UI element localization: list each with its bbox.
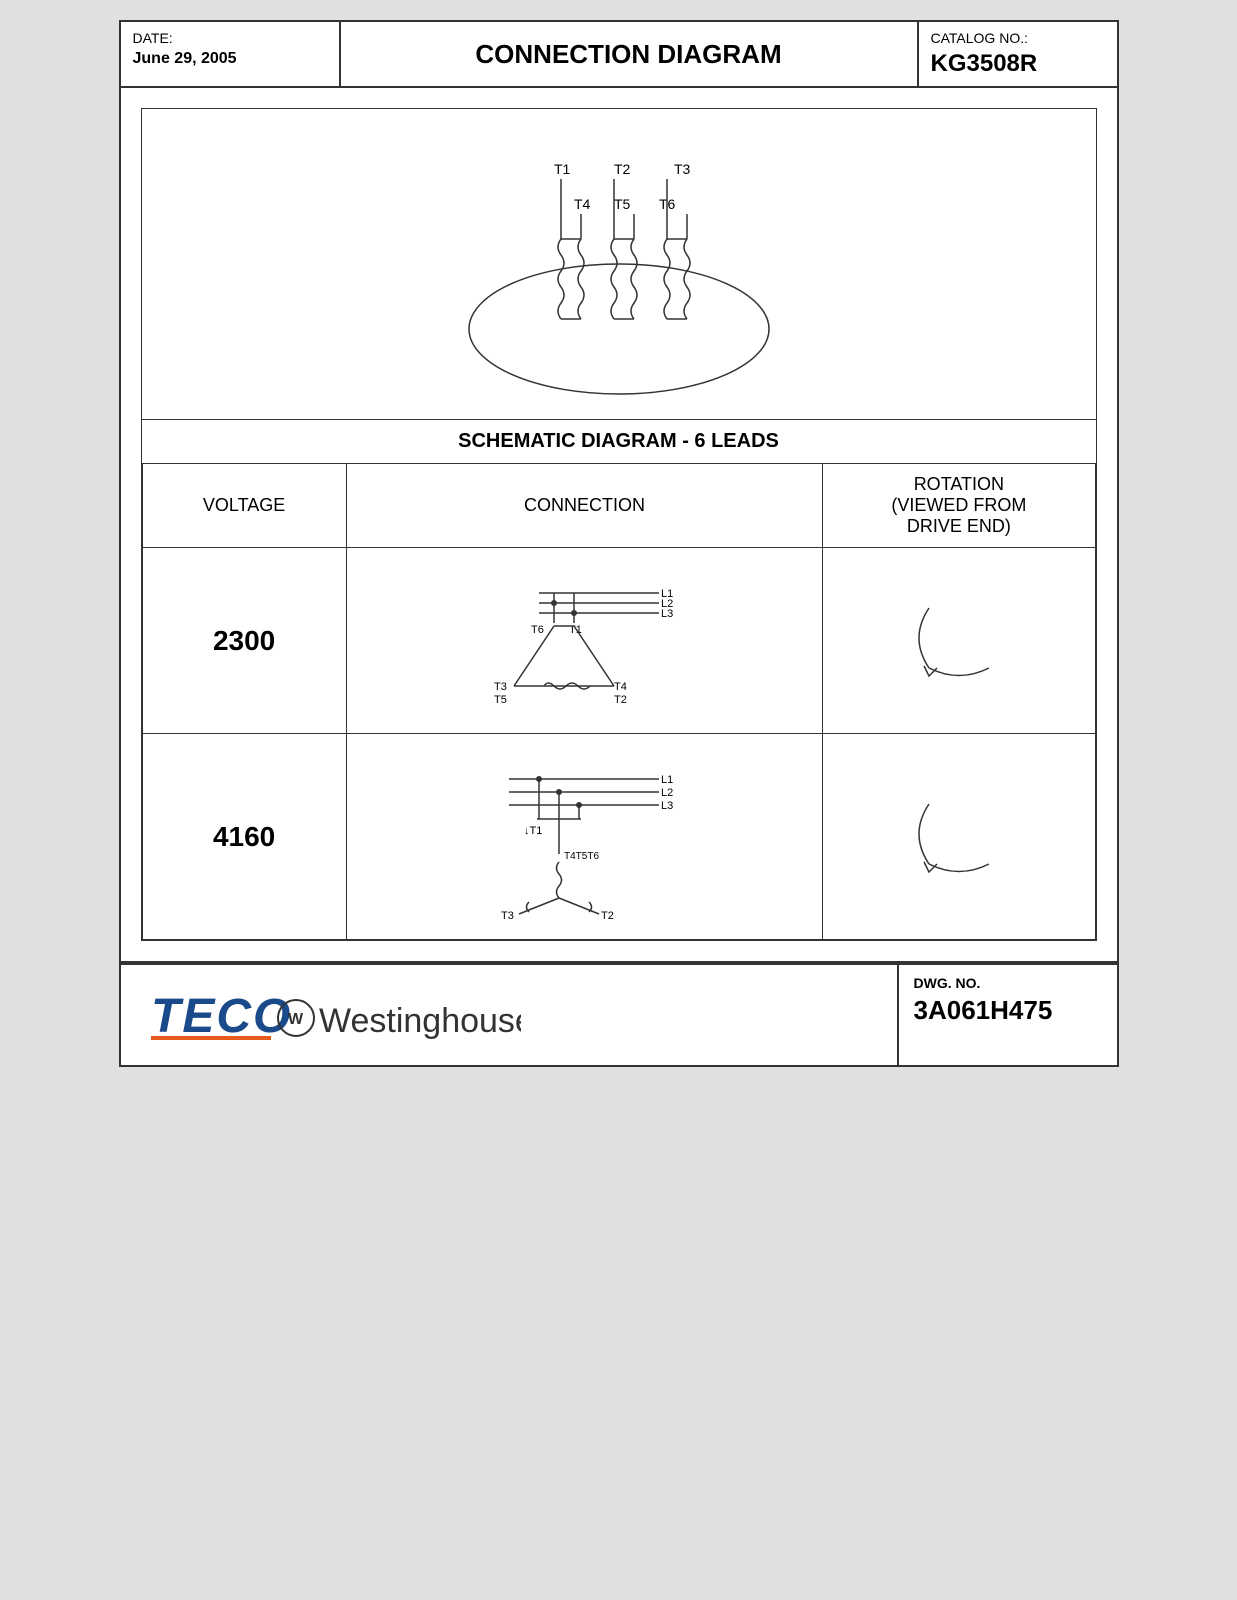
header-date-section: DATE: June 29, 2005 bbox=[121, 22, 341, 86]
date-label: DATE: bbox=[133, 30, 327, 46]
footer-dwg-section: DWG. NO. 3A061H475 bbox=[897, 965, 1117, 1065]
svg-text:T3: T3 bbox=[494, 681, 507, 693]
wye-diagram: L1 L2 L3 bbox=[459, 744, 709, 924]
connection-2300: L1 L2 L3 T6 T1 bbox=[346, 548, 823, 734]
svg-text:L3: L3 bbox=[661, 800, 673, 812]
schematic-diagram-area: T1 T2 T3 T4 T5 T6 bbox=[142, 109, 1096, 419]
table-row-4160: 4160 L1 L2 L3 bbox=[142, 734, 1095, 940]
voltage-2300: 2300 bbox=[142, 548, 346, 734]
dwg-value: 3A061H475 bbox=[914, 995, 1102, 1026]
svg-text:W: W bbox=[288, 1011, 304, 1028]
rotation-arc-2300 bbox=[899, 588, 1019, 688]
col-connection-header: CONNECTION bbox=[346, 464, 823, 548]
svg-text:T6: T6 bbox=[531, 624, 544, 636]
svg-text:T3: T3 bbox=[501, 910, 514, 922]
svg-text:T5: T5 bbox=[494, 694, 507, 706]
delta-diagram: L1 L2 L3 T6 T1 bbox=[459, 558, 709, 718]
svg-text:T4T5T6: T4T5T6 bbox=[564, 851, 599, 862]
connection-table: VOLTAGE CONNECTION ROTATION(VIEWED FROMD… bbox=[142, 463, 1096, 940]
footer: TECO W Westinghouse DWG. NO. 3A061H475 bbox=[121, 963, 1117, 1065]
svg-text:T2: T2 bbox=[614, 694, 627, 706]
schematic-title: SCHEMATIC DIAGRAM - 6 LEADS bbox=[142, 419, 1096, 463]
svg-text:L3: L3 bbox=[661, 608, 673, 620]
schematic-section: T1 T2 T3 T4 T5 T6 bbox=[141, 108, 1097, 941]
svg-text:Westinghouse: Westinghouse bbox=[319, 1002, 521, 1040]
date-value: June 29, 2005 bbox=[133, 50, 327, 68]
table-row-2300: 2300 L1 L2 L3 bbox=[142, 548, 1095, 734]
header: DATE: June 29, 2005 CONNECTION DIAGRAM C… bbox=[121, 22, 1117, 88]
catalog-value: KG3508R bbox=[931, 50, 1105, 78]
catalog-label: CATALOG NO.: bbox=[931, 30, 1105, 46]
main-content: T1 T2 T3 T4 T5 T6 bbox=[121, 88, 1117, 963]
rotation-arc-4160 bbox=[899, 784, 1019, 884]
voltage-4160: 4160 bbox=[142, 734, 346, 940]
svg-text:T1: T1 bbox=[554, 161, 571, 177]
svg-text:L1: L1 bbox=[661, 774, 673, 786]
svg-text:L2: L2 bbox=[661, 787, 673, 799]
header-title: CONNECTION DIAGRAM bbox=[341, 22, 917, 86]
svg-text:T2: T2 bbox=[601, 910, 614, 922]
header-catalog-section: CATALOG NO.: KG3508R bbox=[917, 22, 1117, 86]
rotation-2300 bbox=[823, 548, 1095, 734]
svg-text:T4: T4 bbox=[614, 681, 627, 693]
motor-coil-diagram: T1 T2 T3 T4 T5 T6 bbox=[429, 129, 809, 409]
footer-logo-section: TECO W Westinghouse bbox=[121, 965, 897, 1065]
connection-4160: L1 L2 L3 bbox=[346, 734, 823, 940]
teco-westinghouse-logo: TECO W Westinghouse bbox=[141, 980, 521, 1050]
page: DATE: June 29, 2005 CONNECTION DIAGRAM C… bbox=[119, 20, 1119, 1067]
col-voltage-header: VOLTAGE bbox=[142, 464, 346, 548]
svg-text:↓T1: ↓T1 bbox=[524, 825, 542, 837]
rotation-4160 bbox=[823, 734, 1095, 940]
svg-text:TECO: TECO bbox=[151, 990, 292, 1043]
col-rotation-header: ROTATION(VIEWED FROMDRIVE END) bbox=[823, 464, 1095, 548]
coil-container: T1 T2 T3 T4 T5 T6 bbox=[162, 129, 1076, 409]
table-header-row: VOLTAGE CONNECTION ROTATION(VIEWED FROMD… bbox=[142, 464, 1095, 548]
svg-text:T4: T4 bbox=[574, 196, 591, 212]
svg-text:T5: T5 bbox=[614, 196, 631, 212]
svg-text:T3: T3 bbox=[674, 161, 691, 177]
svg-text:T2: T2 bbox=[614, 161, 631, 177]
dwg-label: DWG. NO. bbox=[914, 975, 1102, 991]
